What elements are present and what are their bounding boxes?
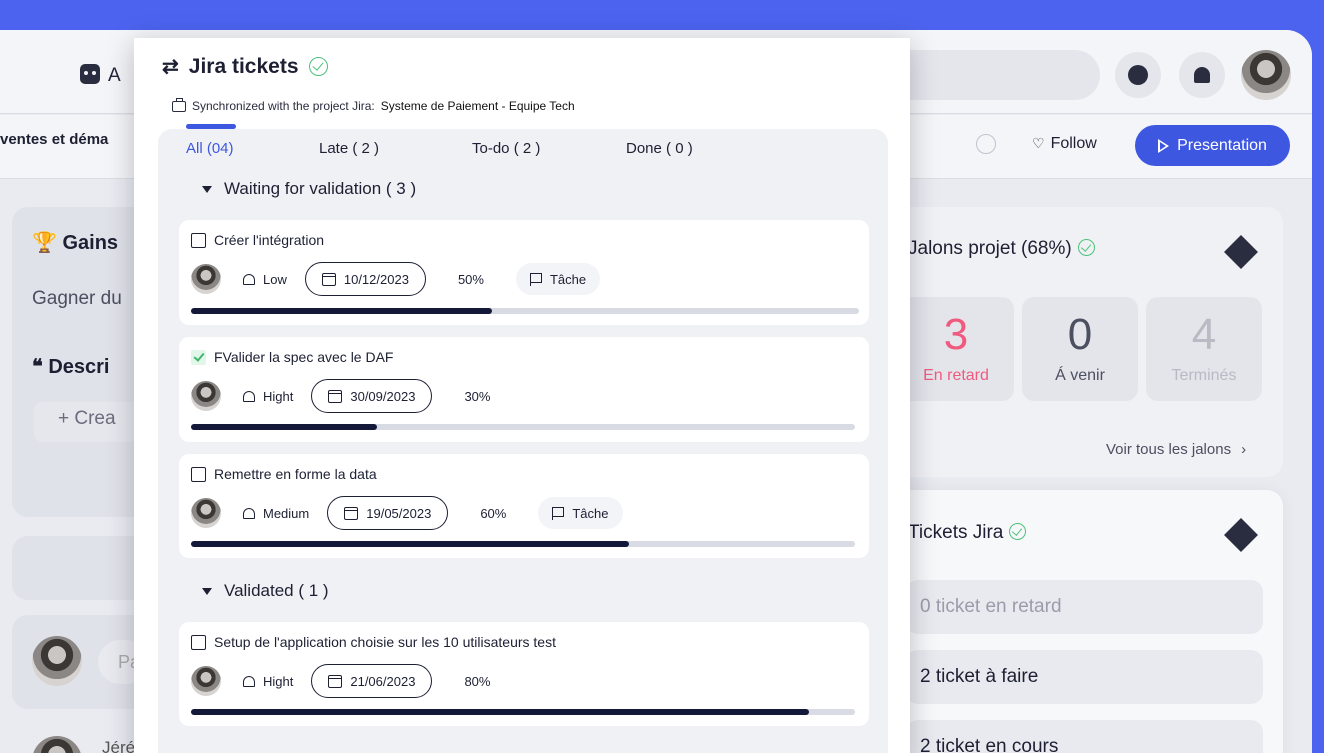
breadcrumb: ventes et déma <box>0 131 109 148</box>
chevron-right-icon: › <box>1241 441 1247 458</box>
ticket-type-tag: Tâche <box>538 497 623 529</box>
progress-fill <box>191 541 630 547</box>
tab-late[interactable]: Late ( 2 ) <box>319 140 379 157</box>
due-date[interactable]: 10/12/2023 <box>304 262 426 296</box>
group-validated[interactable]: Validated ( 1 ) <box>202 581 329 601</box>
calendar-icon <box>328 674 343 688</box>
presentation-button[interactable]: Presentation <box>1135 125 1290 166</box>
ticket-row-late[interactable]: 0 ticket en retard <box>906 580 1263 634</box>
commenter-avatar <box>32 636 82 686</box>
due-date[interactable]: 19/05/2023 <box>327 496 449 530</box>
assistant-item[interactable]: A <box>80 64 121 87</box>
left-card-2 <box>12 536 152 600</box>
sync-arrows-icon: ⇄ <box>162 56 179 78</box>
bell-icon <box>1194 67 1210 83</box>
commenter-avatar-2 <box>32 736 82 753</box>
commenter-name: Jéré <box>102 738 136 753</box>
ticket-card[interactable]: Setup de l'application choisie sur les 1… <box>179 622 869 726</box>
priority: Hight <box>243 674 293 689</box>
ticket-title: FValider la spec avec le DAF <box>214 349 394 365</box>
group-waiting[interactable]: Waiting for validation ( 3 ) <box>202 179 416 199</box>
progress-fill <box>191 709 809 715</box>
priority-icon <box>243 273 255 285</box>
assignee-avatar <box>191 666 221 696</box>
ticket-card[interactable]: Remettre en forme la data Medium 19/05/2… <box>179 454 869 558</box>
due-date[interactable]: 21/06/2023 <box>311 664 433 698</box>
check-circle-icon <box>308 57 328 76</box>
sync-info: Synchronized with the project Jira: Syst… <box>172 97 575 113</box>
ticket-type-tag: Tâche <box>515 263 601 295</box>
ticket-title: Créer l'intégration <box>214 232 325 248</box>
ticket-title: Setup de l'application choisie sur les 1… <box>214 634 556 650</box>
search-input[interactable] <box>880 50 1100 100</box>
priority: Medium <box>243 506 309 521</box>
priority-icon <box>243 390 255 402</box>
tab-all[interactable]: All (04) <box>186 140 234 157</box>
stat-late[interactable]: 3 En retard <box>898 297 1014 401</box>
check-icon <box>1009 523 1027 540</box>
gains-title: 🏆 Gains <box>32 232 119 254</box>
notifications-button[interactable] <box>1179 52 1225 98</box>
priority-icon <box>243 675 255 687</box>
progress-percent: 50% <box>457 271 484 287</box>
user-avatar[interactable] <box>1241 50 1291 100</box>
priority-icon <box>243 507 255 519</box>
progress-percent: 80% <box>464 673 491 689</box>
tickets-jira-title: Tickets Jira <box>908 522 1027 544</box>
ticket-card[interactable]: FValider la spec avec le DAF Hight 30/09… <box>179 337 869 442</box>
calendar-icon <box>321 272 336 286</box>
progress-bar <box>191 709 855 715</box>
stat-done[interactable]: 4 Terminés <box>1146 297 1262 401</box>
gains-text: Gagner du <box>32 288 122 309</box>
trophy-icon: 🏆 <box>32 232 63 254</box>
heart-icon: ♡ <box>1032 135 1045 151</box>
quote-icon: ❝ <box>32 356 49 378</box>
flag-icon <box>529 272 542 286</box>
active-tab-indicator <box>186 124 236 129</box>
jira-tickets-modal: ⇄ Jira tickets Synchronized with the pro… <box>134 38 910 753</box>
ticket-row-todo[interactable]: 2 ticket à faire <box>906 650 1263 704</box>
check-circle-icon[interactable] <box>976 134 996 154</box>
calendar-icon <box>344 506 359 520</box>
tab-done[interactable]: Done ( 0 ) <box>626 140 693 157</box>
progress-bar <box>191 424 855 430</box>
progress-bar <box>191 308 859 314</box>
assignee-avatar <box>191 498 221 528</box>
headset-icon <box>1128 65 1148 85</box>
ticket-checkbox[interactable] <box>191 466 206 482</box>
flag-icon <box>552 506 565 520</box>
progress-fill <box>191 424 377 430</box>
calendar-icon <box>328 389 343 403</box>
play-icon <box>1158 138 1170 153</box>
ticket-checkbox[interactable] <box>191 634 206 650</box>
tab-todo[interactable]: To-do ( 2 ) <box>472 140 540 157</box>
ticket-checkbox[interactable] <box>191 232 206 248</box>
plus-icon: + <box>58 408 75 429</box>
check-icon <box>1077 239 1095 256</box>
assignee-avatar <box>191 264 221 294</box>
modal-title: ⇄ Jira tickets <box>162 54 328 79</box>
priority: Hight <box>243 389 293 404</box>
ticket-row-inprogress[interactable]: 2 ticket en cours <box>906 720 1263 753</box>
caret-down-icon <box>202 587 212 595</box>
priority: Low <box>243 272 287 287</box>
progress-bar <box>191 541 855 547</box>
caret-down-icon <box>202 185 212 193</box>
ticket-checkbox[interactable] <box>191 349 206 365</box>
stat-upcoming[interactable]: 0 Á venir <box>1022 297 1138 401</box>
see-all-jalons-link[interactable]: Voir tous les jalons › <box>1106 441 1246 458</box>
ticket-title: Remettre en forme la data <box>214 466 377 482</box>
briefcase-icon <box>172 97 186 112</box>
follow-button[interactable]: ♡ Follow <box>1032 135 1097 153</box>
jalons-title: Jalons projet (68%) <box>908 238 1095 260</box>
description-title: ❝ Descri <box>32 356 110 378</box>
progress-percent: 60% <box>480 505 507 521</box>
progress-fill <box>191 308 492 314</box>
due-date[interactable]: 30/09/2023 <box>311 379 433 413</box>
ticket-card[interactable]: Créer l'intégration Low 10/12/2023 50% T… <box>179 220 869 325</box>
support-button[interactable] <box>1115 52 1161 98</box>
assignee-avatar <box>191 381 221 411</box>
robot-icon <box>80 64 100 84</box>
progress-percent: 30% <box>464 388 491 404</box>
